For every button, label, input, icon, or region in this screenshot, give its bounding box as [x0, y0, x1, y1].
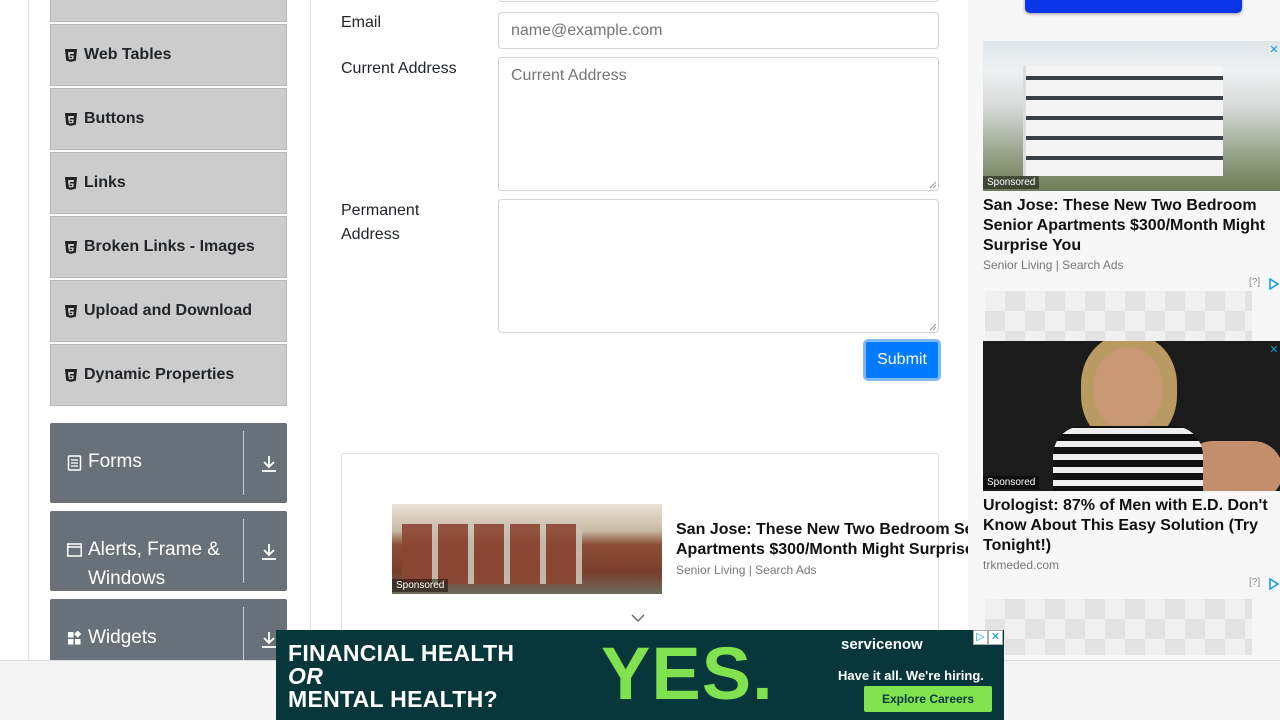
sidebar-right-border	[310, 0, 311, 660]
group-title: Alerts, Frame & Windows	[88, 539, 220, 589]
sidebar-item-label: Web Tables	[84, 46, 172, 63]
sidebar-item-upload-download[interactable]: Upload and Download	[50, 280, 287, 342]
html5-icon	[65, 240, 77, 254]
email-field[interactable]	[498, 12, 939, 49]
previous-field[interactable]	[498, 0, 939, 2]
banner-yes-text: YES.	[601, 632, 774, 715]
person-graphic-face	[1093, 347, 1163, 431]
sponsored-badge: Sponsored	[983, 476, 1040, 489]
ad-placeholder-pattern	[985, 599, 1252, 655]
widgets-icon	[68, 630, 82, 645]
permanent-address-field[interactable]	[498, 199, 939, 333]
sidebar-item-links[interactable]: Links	[50, 152, 287, 214]
sidebar-item-broken-links[interactable]: Broken Links - Images	[50, 216, 287, 278]
adchoices-icon[interactable]	[1268, 578, 1280, 590]
inline-ad-title[interactable]: San Jose: These New Two Bedroom Senior A…	[676, 520, 968, 560]
adchoices-icon[interactable]: ▷	[973, 630, 988, 645]
sidebar-item-label: Upload and Download	[84, 302, 252, 319]
inline-ad-title-clip: San Jose: These New Two Bedroom Senior A…	[676, 520, 968, 560]
group-title: Widgets	[88, 627, 157, 648]
resize-grip-icon[interactable]	[929, 181, 937, 189]
document-icon	[67, 455, 82, 471]
current-address-field[interactable]	[498, 57, 939, 191]
right-ad-image-1[interactable]	[983, 41, 1280, 191]
group-divider	[243, 519, 244, 583]
sidebar-item-label: Broken Links - Images	[84, 238, 255, 255]
sidebar-item-label: Links	[84, 174, 126, 191]
window-icon	[67, 543, 82, 557]
permanent-address-wrapper	[498, 199, 939, 333]
close-icon[interactable]: ✕	[988, 630, 1003, 645]
ad-help-link[interactable]: [?]	[1249, 577, 1260, 588]
html5-icon	[65, 48, 77, 62]
banner-headline: FINANCIAL HEALTH OR MENTAL HEALTH?	[288, 642, 514, 711]
sidebar-item-previous[interactable]	[50, 0, 287, 22]
sidebar-item-buttons[interactable]: Buttons	[50, 88, 287, 150]
apartment-graphic	[1023, 66, 1223, 176]
bottom-banner-ad[interactable]: FINANCIAL HEALTH OR MENTAL HEALTH? YES. …	[276, 630, 1004, 720]
ad-help-link[interactable]: [?]	[1249, 277, 1260, 288]
sidebar-item-label: Dynamic Properties	[84, 366, 235, 383]
group-header-alerts[interactable]: Alerts, Frame & Windows	[50, 511, 287, 591]
close-icon[interactable]: ✕	[1268, 344, 1280, 356]
permanent-address-label: Permanent Address	[341, 202, 420, 243]
html5-icon	[65, 176, 77, 190]
close-icon[interactable]: ✕	[1268, 44, 1280, 56]
banner-brand: servicenow	[841, 636, 923, 653]
building-graphic	[402, 524, 582, 584]
banner-tagline: Have it all. We're hiring.	[838, 668, 984, 683]
group-header-forms[interactable]: Forms	[50, 423, 287, 503]
ad-blue-button[interactable]	[1025, 0, 1242, 13]
download-icon[interactable]	[261, 631, 277, 649]
inline-ad-source[interactable]: Senior Living | Search Ads	[676, 563, 817, 577]
download-icon[interactable]	[261, 455, 277, 473]
right-ad-image-2[interactable]	[983, 341, 1280, 491]
group-title: Forms	[88, 451, 142, 472]
right-ad-title[interactable]: San Jose: These New Two Bedroom Senior A…	[983, 196, 1275, 256]
right-ad-title[interactable]: Urologist: 87% of Men with E.D. Don't Kn…	[983, 496, 1275, 556]
banner-line-2: OR	[288, 663, 324, 689]
banner-line-3: MENTAL HEALTH?	[288, 686, 498, 712]
right-ad-source[interactable]: Senior Living | Search Ads	[983, 258, 1124, 272]
current-address-label: Current Address	[341, 60, 457, 77]
sidebar-item-dynamic-properties[interactable]: Dynamic Properties	[50, 344, 287, 406]
sidebar-left-border	[28, 0, 29, 660]
adchoices-icon[interactable]	[1268, 278, 1280, 290]
sidebar-item-web-tables[interactable]: Web Tables	[50, 24, 287, 86]
resize-grip-icon[interactable]	[929, 323, 937, 331]
group-divider	[243, 431, 244, 495]
sponsored-badge: Sponsored	[983, 176, 1040, 189]
right-ad-source[interactable]: trkmeded.com	[983, 558, 1059, 572]
html5-icon	[65, 368, 77, 382]
download-icon[interactable]	[261, 543, 277, 561]
submit-button[interactable]: Submit	[863, 339, 941, 381]
chevron-down-icon[interactable]	[630, 612, 646, 624]
html5-icon	[65, 304, 77, 318]
banner-cta-button[interactable]: Explore Careers	[864, 686, 992, 712]
banner-line-1: FINANCIAL HEALTH	[288, 640, 515, 666]
html5-icon	[65, 112, 77, 126]
person-graphic-body	[1053, 426, 1203, 491]
current-address-wrapper	[498, 57, 939, 191]
sidebar-item-label: Buttons	[84, 110, 145, 127]
page: Web Tables Buttons Links Broken Links - …	[0, 0, 1280, 720]
ad-placeholder-pattern	[985, 291, 1252, 346]
email-label: Email	[341, 14, 382, 31]
sponsored-badge: Sponsored	[392, 579, 449, 592]
